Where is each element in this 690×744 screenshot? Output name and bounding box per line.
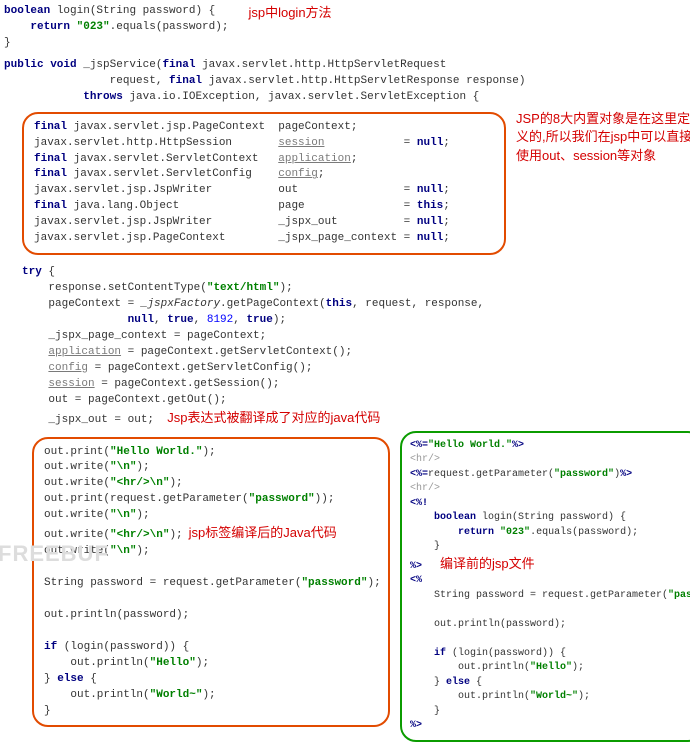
code-original-jsp: <%="Hello World."%> <hr/> <%=request.get… [410,439,690,734]
code-try-block: try { response.setContentType("text/html… [22,265,690,428]
code-compiled-java: out.print("Hello World."); out.write("\n… [44,445,378,720]
note-builtins: JSP的8大内置对象是在这里定义的,所以我们在jsp中可以直接使用out、ses… [516,110,690,167]
note-login: jsp中login方法 [248,4,331,23]
code-declarations: final javax.servlet.jsp.PageContext page… [34,120,494,248]
note-original-jsp: 编译前的jsp文件 [440,556,535,571]
box-declarations: final javax.servlet.jsp.PageContext page… [22,112,506,256]
note-compiled-java: jsp标签编译后的Java代码 [189,525,337,540]
code-jspservice-sig: public void _jspService(final javax.serv… [4,58,690,106]
code-login-method: boolean login(String password) { return … [4,4,228,52]
box-compiled-java: out.print("Hello World."); out.write("\n… [32,437,390,728]
note-expr-translated: Jsp表达式被翻译成了对应的java代码 [167,410,380,425]
box-original-jsp: <%="Hello World."%> <hr/> <%=request.get… [400,431,690,742]
